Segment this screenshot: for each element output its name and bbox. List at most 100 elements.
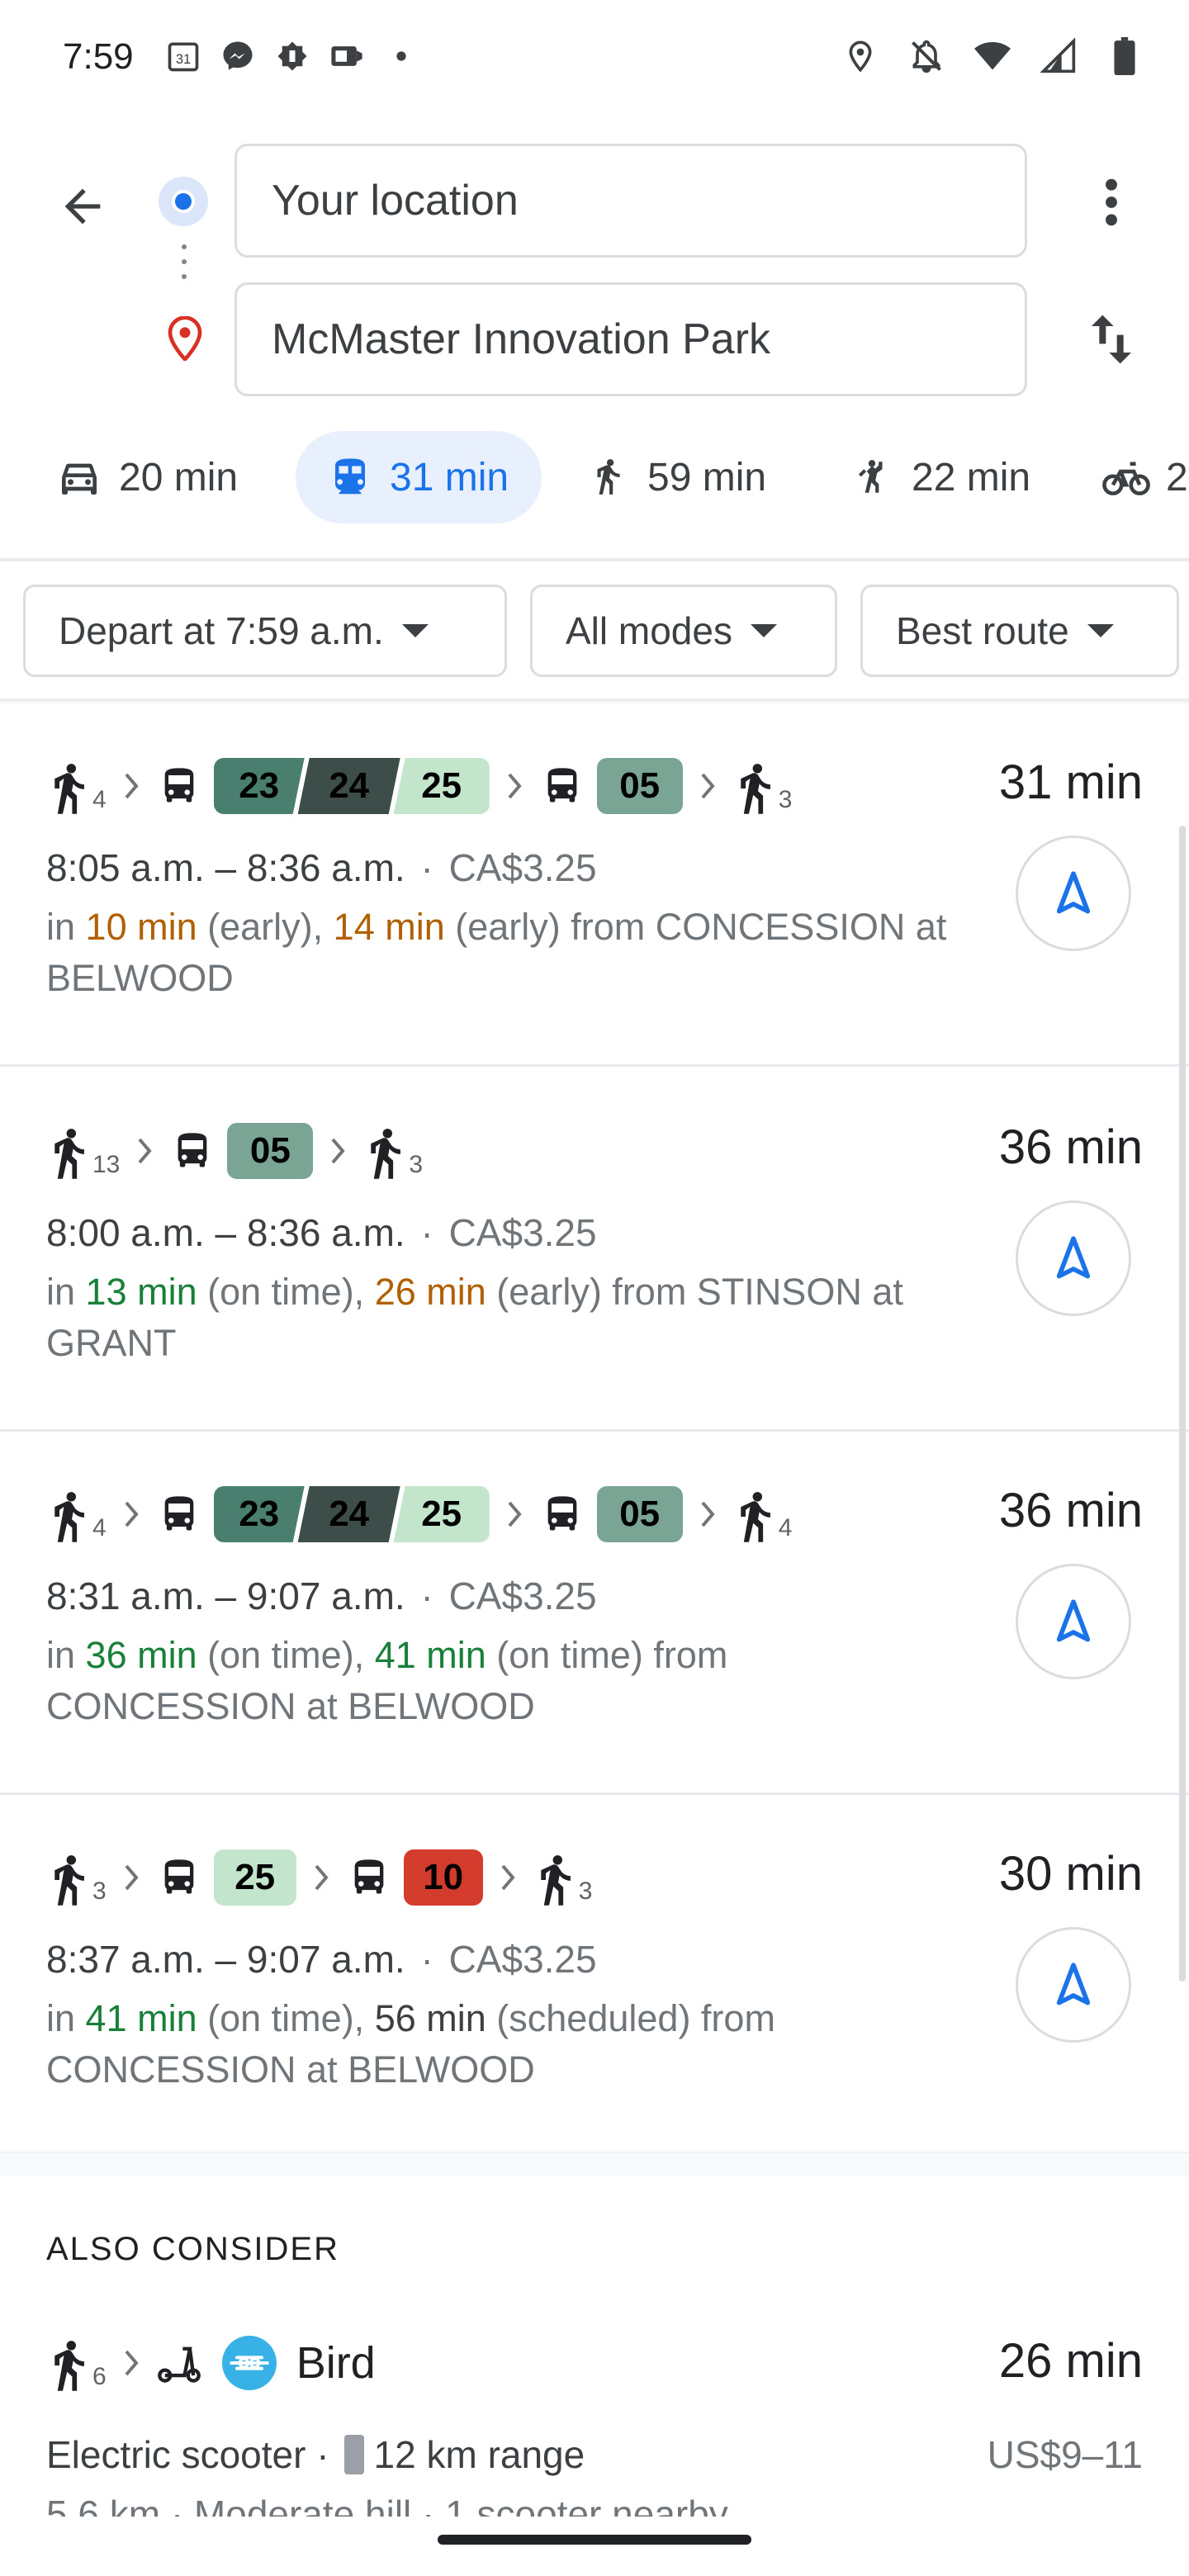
notifications-off-icon [908, 38, 945, 74]
walk-icon [54, 1855, 84, 1906]
also-consider-heading: ALSO CONSIDER [46, 2231, 339, 2267]
mode-tab-driving[interactable]: 20 min [54, 431, 238, 523]
separator: · [420, 1574, 433, 1617]
provider-name: Bird [296, 2338, 376, 2388]
dep-time-1: 13 min [85, 1271, 197, 1313]
section-divider [0, 2152, 1189, 2176]
chevron-right-icon [107, 773, 156, 799]
scooter-price: US$9–11 [987, 2433, 1143, 2476]
chevron-right-icon [107, 2350, 156, 2376]
scooter-details: Electric scooter · 12 km range [46, 2432, 585, 2477]
walk-step: 4 [46, 1485, 107, 1544]
bus-icon [156, 1489, 202, 1539]
walk-step: 4 [46, 756, 107, 816]
navigation-icon [1056, 1963, 1091, 2005]
car-icon [54, 452, 104, 502]
bus-icon [156, 1853, 202, 1902]
dep-time-1: 41 min [85, 1997, 197, 2039]
bird-logo-icon [221, 2336, 277, 2390]
route-badge-23: 23 [214, 1486, 305, 1542]
route-duration: 30 min [998, 1847, 1143, 1901]
chevron-right-icon [120, 1138, 169, 1164]
walk-step: 13 [46, 1121, 120, 1181]
back-button[interactable] [50, 173, 116, 239]
back-arrow-icon [64, 188, 101, 225]
more-options-button[interactable] [1078, 165, 1144, 239]
mode-tab-walking[interactable]: 59 min [583, 431, 766, 523]
dep-status-1: (on time), [207, 1271, 365, 1313]
route-option-4[interactable]: 3 25 10 3 30 min 8:37 a.m. – 9:07 a.m. ·… [0, 1795, 1189, 2158]
route-badge-group: 23 24 25 [214, 758, 490, 814]
walk-icon [54, 1129, 84, 1179]
route-badge-25: 25 [213, 1849, 296, 1906]
walk-minutes: 3 [409, 1151, 424, 1178]
dep-prefix: in [46, 1634, 76, 1676]
all-modes-chip[interactable]: All modes [530, 585, 837, 677]
route-badge-05: 05 [227, 1123, 314, 1179]
route-dots-icon [182, 244, 187, 294]
dep-status-1: (on time), [207, 1997, 365, 2039]
route-option-2[interactable]: 13 05 3 36 min 8:00 a.m. – 8:36 a.m. · C… [0, 1068, 1189, 1432]
dot-icon [383, 38, 419, 74]
fare: CA$3.25 [448, 1211, 597, 1254]
walk-step: 3 [362, 1121, 423, 1181]
wifi-icon [974, 38, 1011, 74]
chevron-right-icon [296, 1864, 346, 1891]
route-steps: 4 23 24 25 05 3 [46, 753, 792, 819]
filter-chips: Depart at 7:59 a.m. All modes Best route [0, 585, 1189, 680]
route-badge-05: 05 [596, 1486, 683, 1542]
route-option-1[interactable]: 4 23 24 25 05 3 31 min 8:05 a.m. – 8:36 … [0, 703, 1189, 1067]
start-navigation-button[interactable] [1016, 1927, 1131, 2043]
chip-label: Depart at 7:59 a.m. [59, 609, 384, 652]
depart-time-chip[interactable]: Depart at 7:59 a.m. [23, 585, 507, 677]
bike-icon [1101, 452, 1151, 502]
battery-icon [343, 2435, 364, 2474]
ride-hail-icon [847, 452, 897, 502]
route-badge-10: 10 [403, 1849, 483, 1906]
scooter-option[interactable]: 6 Bird [46, 2330, 376, 2396]
dep-prefix: in [46, 1997, 76, 2039]
scooter-more-info: 5.6 km · Moderate hill · 1 scooter nearb… [46, 2493, 728, 2517]
navigation-icon [1056, 1236, 1091, 1279]
walk-icon [740, 764, 770, 814]
fare: CA$3.25 [448, 846, 597, 889]
bus-icon [539, 1489, 585, 1539]
status-bar: 7:59 31 [0, 0, 1189, 116]
walk-step: 3 [732, 756, 792, 816]
walk-minutes: 6 [92, 2363, 107, 2390]
mode-tab-cycling[interactable]: 2 [1101, 431, 1188, 523]
bus-icon [539, 761, 585, 811]
route-badge-24: 24 [298, 1486, 400, 1542]
destination-input[interactable]: McMaster Innovation Park [234, 282, 1027, 396]
home-indicator[interactable] [438, 2535, 751, 2545]
fare: CA$3.25 [448, 1574, 597, 1617]
start-navigation-button[interactable] [1016, 1200, 1131, 1316]
navigation-icon [1056, 871, 1091, 914]
start-navigation-button[interactable] [1016, 1564, 1131, 1679]
start-navigation-button[interactable] [1016, 836, 1131, 951]
route-steps: 3 25 10 3 [46, 1844, 592, 1911]
bus-icon [346, 1853, 392, 1902]
swap-button[interactable] [1078, 302, 1144, 376]
route-time-range: 8:00 a.m. – 8:36 a.m. · CA$3.25 [46, 1210, 597, 1255]
origin-input[interactable]: Your location [234, 144, 1027, 258]
route-time-range: 8:37 a.m. – 9:07 a.m. · CA$3.25 [46, 1937, 597, 1982]
route-time-range: 8:05 a.m. – 8:36 a.m. · CA$3.25 [46, 845, 597, 890]
mode-tab-ride-hail[interactable]: 22 min [847, 431, 1030, 523]
origin-dot-icon [159, 177, 208, 226]
scrollbar[interactable] [1179, 826, 1186, 1982]
route-option-3[interactable]: 4 23 24 25 05 4 36 min 8:31 a.m. – 9:07 … [0, 1432, 1189, 1795]
bus-icon [169, 1126, 216, 1176]
dropdown-arrow-icon [750, 624, 777, 637]
news-icon [329, 38, 365, 74]
dep-status-1: (early), [207, 906, 324, 948]
walk-icon [54, 2341, 84, 2391]
vehicle-type: Electric scooter · [46, 2433, 329, 2476]
dep-time-2: 26 min [374, 1271, 486, 1313]
swap-vert-icon [1092, 315, 1131, 364]
mode-tab-transit[interactable]: 31 min [296, 431, 542, 523]
walk-icon [54, 764, 84, 814]
best-route-chip[interactable]: Best route [860, 585, 1179, 677]
chevron-right-icon [683, 773, 732, 799]
status-right-icons [842, 37, 1143, 75]
